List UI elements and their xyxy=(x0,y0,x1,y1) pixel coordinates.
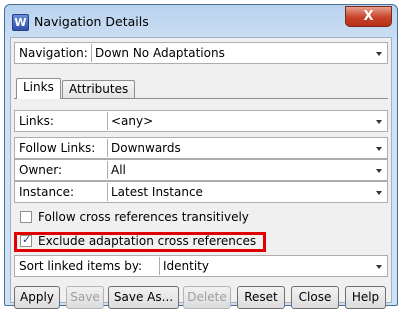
sort-label: Sort linked items by: xyxy=(19,259,143,273)
instance-dropdown[interactable]: Latest Instance xyxy=(107,183,386,201)
delete-button[interactable]: Delete xyxy=(183,286,231,309)
sort-row: Sort linked items by: Identity xyxy=(14,255,388,277)
navigation-dropdown[interactable]: Down No Adaptations xyxy=(91,44,386,62)
help-button[interactable]: Help xyxy=(345,286,386,309)
tab-links[interactable]: Links xyxy=(16,78,61,99)
instance-label: Instance: xyxy=(19,185,75,199)
save-as-button[interactable]: Save As... xyxy=(108,286,179,309)
follow-links-label: Follow Links: xyxy=(19,141,96,155)
app-icon: W xyxy=(12,14,29,31)
navigation-row: Navigation: Down No Adaptations xyxy=(14,42,388,64)
close-button[interactable]: Close xyxy=(291,286,339,309)
follow-links-value: Downwards xyxy=(111,141,181,155)
apply-button[interactable]: Apply xyxy=(14,286,60,309)
links-row: Links: <any> xyxy=(14,110,388,132)
highlight-box xyxy=(14,232,266,252)
links-value: <any> xyxy=(111,114,154,128)
owner-dropdown[interactable]: All xyxy=(107,161,386,179)
follow-cross-references-option[interactable]: Follow cross references transitively xyxy=(14,208,388,228)
chevron-down-icon xyxy=(376,191,382,195)
sort-dropdown[interactable]: Identity xyxy=(159,257,386,275)
navigation-value: Down No Adaptations xyxy=(95,46,225,60)
navigation-label: Navigation: xyxy=(19,46,88,60)
chevron-down-icon xyxy=(376,52,382,56)
sort-value: Identity xyxy=(163,259,209,273)
close-window-button[interactable]: X xyxy=(345,6,392,27)
chevron-down-icon xyxy=(376,147,382,151)
instance-row: Instance: Latest Instance xyxy=(14,181,388,203)
chevron-down-icon xyxy=(376,169,382,173)
dialog-body: Navigation: Down No Adaptations Links At… xyxy=(10,37,392,309)
tab-strip: Links Attributes xyxy=(14,78,388,99)
follow-links-dropdown[interactable]: Downwards xyxy=(107,139,386,157)
chevron-down-icon xyxy=(376,120,382,124)
owner-value: All xyxy=(111,163,126,177)
tab-attributes[interactable]: Attributes xyxy=(62,80,136,98)
title-bar[interactable]: W Navigation Details X xyxy=(5,5,397,37)
follow-cross-references-checkbox[interactable] xyxy=(20,211,32,223)
follow-links-row: Follow Links: Downwards xyxy=(14,137,388,159)
owner-row: Owner: All xyxy=(14,159,388,181)
tab-panel-border xyxy=(14,98,388,101)
links-label: Links: xyxy=(19,114,54,128)
chevron-down-icon xyxy=(376,265,382,269)
dialog-window: W Navigation Details X Navigation: Down … xyxy=(4,4,398,309)
instance-value: Latest Instance xyxy=(111,185,203,199)
reset-button[interactable]: Reset xyxy=(237,286,285,309)
links-dropdown[interactable]: <any> xyxy=(107,112,386,130)
save-button[interactable]: Save xyxy=(66,286,104,309)
follow-cross-references-label: Follow cross references transitively xyxy=(38,210,249,224)
owner-label: Owner: xyxy=(19,163,63,177)
window-title: Navigation Details xyxy=(34,14,149,29)
